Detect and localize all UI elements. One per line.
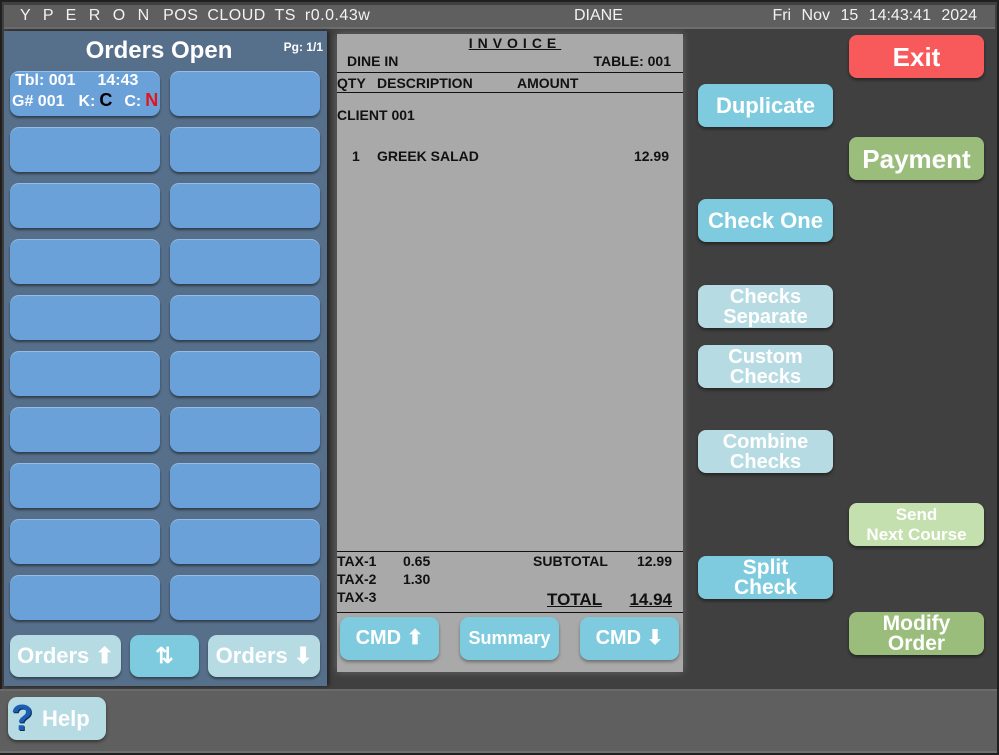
button-label-line2: Next Course xyxy=(866,524,967,544)
duplicate-button[interactable]: Duplicate xyxy=(698,84,833,127)
button-label-line2: Checks xyxy=(729,450,802,473)
cmd-up-button[interactable]: CMD ⬆ xyxy=(340,617,439,660)
cmd-down-button[interactable]: CMD ⬇ xyxy=(580,617,679,660)
empty-order-slot[interactable] xyxy=(10,351,160,396)
swap-orders-button[interactable]: ⇅ xyxy=(130,635,199,677)
column-description: DESCRIPTION xyxy=(377,75,473,91)
summary-button[interactable]: Summary xyxy=(460,617,559,660)
button-label-line2: Check xyxy=(733,575,798,599)
orders-open-panel: Orders Open Pg: 1/1 Tbl: 001 14:43 G# 001 K… xyxy=(4,31,327,686)
checks-separate-button[interactable]: Checks Separate xyxy=(698,285,833,328)
total-label: TOTAL xyxy=(547,590,603,609)
empty-order-slot[interactable] xyxy=(170,71,320,116)
table-number: TABLE: 001 xyxy=(593,53,671,69)
empty-order-slot[interactable] xyxy=(170,183,320,228)
help-icon: ? xyxy=(11,697,33,738)
empty-order-slot[interactable] xyxy=(170,351,320,396)
empty-order-slot[interactable] xyxy=(10,239,160,284)
button-label-line1: Checks xyxy=(729,285,802,308)
order-status-line: G# 001 K: C C: N xyxy=(12,90,158,111)
kitchen-status: C xyxy=(99,90,113,110)
app-name-version: POS CLOUD TS r0.0.43w xyxy=(163,7,371,24)
item-amount: 12.99 xyxy=(633,148,669,164)
button-label-line1: Modify xyxy=(882,611,951,635)
split-check-button[interactable]: Split Check xyxy=(698,556,833,599)
subtotal-value: 12.99 xyxy=(636,553,672,569)
total-value: 14.94 xyxy=(629,590,672,609)
invoice-panel: INVOICE DINE IN TABLE: 001 QTY DESCRIPTI… xyxy=(337,34,683,672)
order-type: DINE IN xyxy=(347,53,399,69)
empty-order-slot[interactable] xyxy=(10,463,160,508)
kitchen-label: K: xyxy=(78,93,96,110)
subtotal-label: SUBTOTAL xyxy=(533,553,608,569)
empty-order-slot[interactable] xyxy=(170,407,320,452)
empty-order-slot[interactable] xyxy=(10,295,160,340)
divider xyxy=(337,72,683,73)
order-table: Tbl: 001 xyxy=(15,72,76,89)
column-amount: AMOUNT xyxy=(517,75,579,91)
current-user: DIANE xyxy=(574,7,623,24)
empty-order-slot[interactable] xyxy=(170,463,320,508)
divider xyxy=(337,551,683,552)
button-label-line2: Order xyxy=(887,631,946,655)
invoice-title: INVOICE xyxy=(468,35,562,51)
orders-title: Orders Open xyxy=(85,37,233,64)
empty-order-slot[interactable] xyxy=(10,519,160,564)
tax-2-label: TAX-2 xyxy=(337,571,377,587)
tax-2-value: 1.30 xyxy=(403,571,431,587)
button-label-line1: Split xyxy=(742,555,789,579)
empty-order-slot[interactable] xyxy=(170,575,320,620)
empty-order-slot[interactable] xyxy=(170,127,320,172)
help-label: Help xyxy=(42,706,90,731)
app-name-brand: Y P E R O N xyxy=(20,7,154,24)
custom-checks-button[interactable]: Custom Checks xyxy=(698,345,833,388)
empty-order-slot[interactable] xyxy=(10,407,160,452)
empty-order-slot[interactable] xyxy=(170,519,320,564)
tax-1-label: TAX-1 xyxy=(337,553,377,569)
empty-order-slot[interactable] xyxy=(10,575,160,620)
button-label-line1: Custom xyxy=(728,345,803,368)
course-label: C: xyxy=(124,93,142,110)
clock: Fri Nov 15 14:43:41 2024 xyxy=(772,7,977,24)
payment-button[interactable]: Payment xyxy=(849,137,984,180)
combine-checks-button[interactable]: Combine Checks xyxy=(698,430,833,473)
orders-up-button[interactable]: Orders ⬆ xyxy=(10,635,121,677)
course-status: N xyxy=(145,90,159,110)
send-next-course-button[interactable]: Send Next Course xyxy=(849,503,984,546)
button-label-line2: Checks xyxy=(729,365,802,388)
empty-order-slot[interactable] xyxy=(170,239,320,284)
order-table-time: Tbl: 001 14:43 xyxy=(15,72,138,90)
open-order-slot[interactable]: Tbl: 001 14:43 G# 001 K: C C: N xyxy=(10,71,160,116)
client-label: CLIENT 001 xyxy=(337,107,415,123)
button-label-line1: Send xyxy=(895,504,938,524)
tax-1-value: 0.65 xyxy=(403,553,431,569)
order-guest: G# 001 xyxy=(12,93,65,110)
empty-order-slot[interactable] xyxy=(10,183,160,228)
check-one-button[interactable]: Check One xyxy=(698,199,833,242)
button-label-line2: Separate xyxy=(723,305,808,328)
button-label-line1: Combine xyxy=(722,430,809,453)
modify-order-button[interactable]: Modify Order xyxy=(849,612,984,655)
divider xyxy=(337,612,683,613)
orders-down-button[interactable]: Orders ⬇ xyxy=(208,635,320,677)
column-qty: QTY xyxy=(337,75,366,91)
tax-3-label: TAX-3 xyxy=(337,589,377,605)
divider xyxy=(337,92,683,93)
page-indicator: Pg: 1/1 xyxy=(283,40,323,54)
item-qty: 1 xyxy=(352,148,360,164)
item-description: GREEK SALAD xyxy=(377,148,479,164)
empty-order-slot[interactable] xyxy=(10,127,160,172)
exit-button[interactable]: Exit xyxy=(849,35,984,78)
title-bar: Y P E R O N POS CLOUD TS r0.0.43w DIANE … xyxy=(4,5,995,29)
empty-order-slot[interactable] xyxy=(170,295,320,340)
order-time: 14:43 xyxy=(97,72,139,89)
bottom-bar xyxy=(0,689,997,753)
app-name: Y P E R O N POS CLOUD TS r0.0.43w xyxy=(20,7,370,25)
help-button[interactable]: ? Help xyxy=(8,697,106,740)
